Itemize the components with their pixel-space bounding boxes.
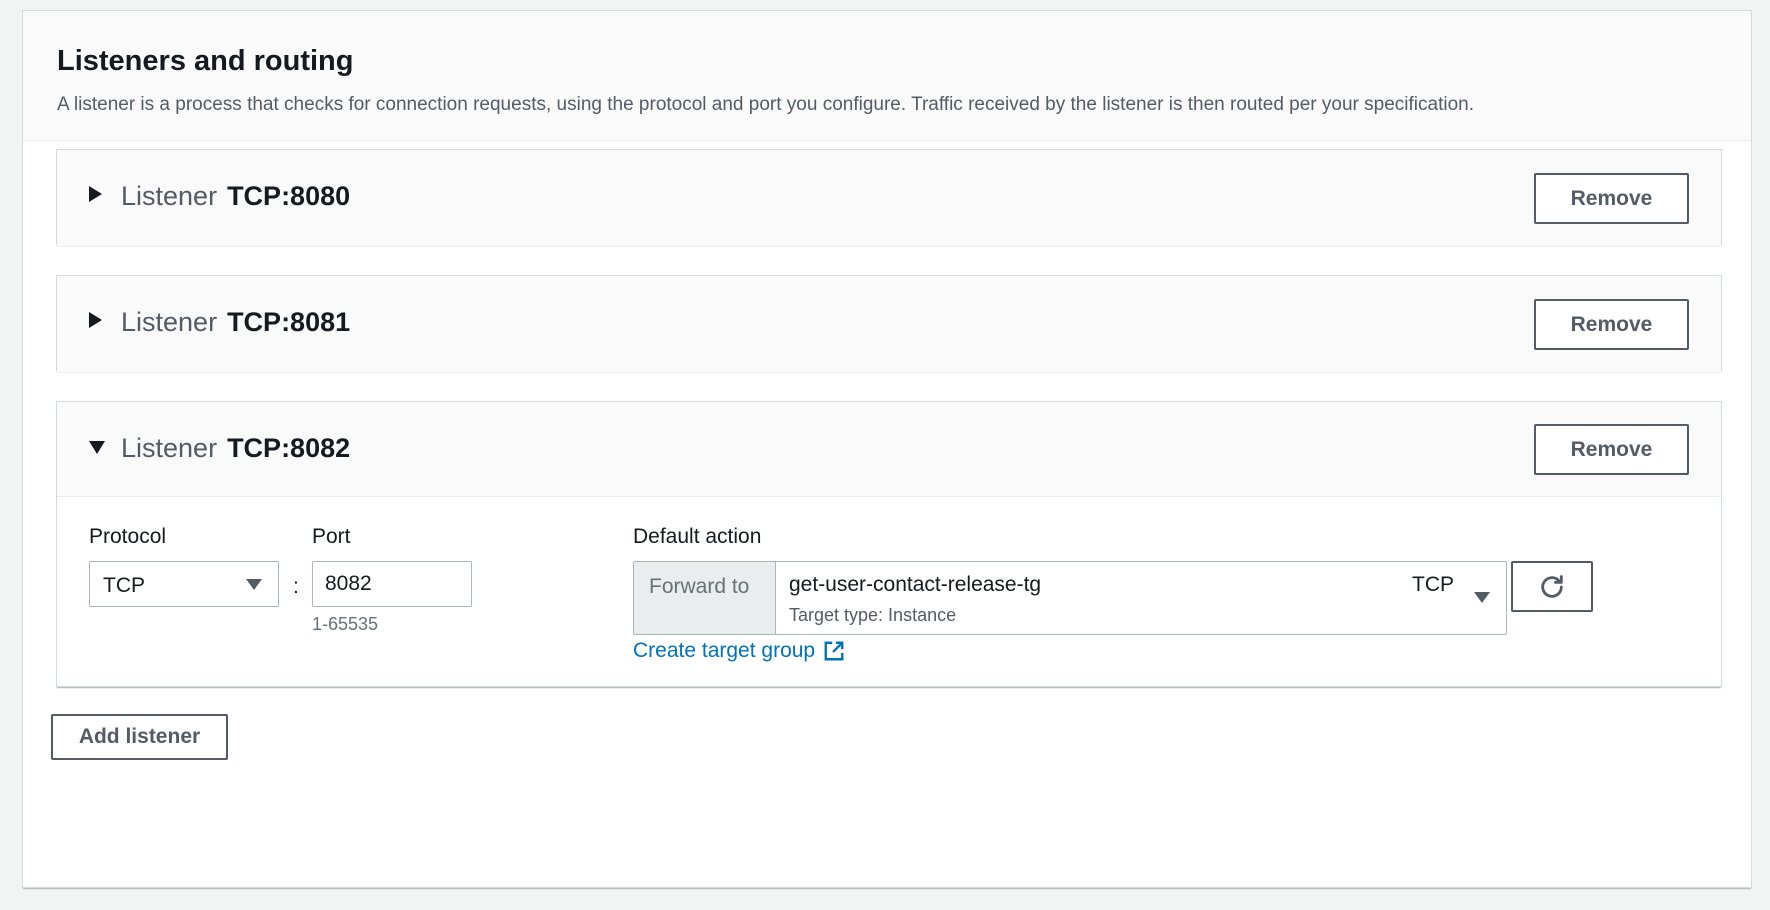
listener-header[interactable]: Listener TCP:8081 Remove	[57, 276, 1721, 372]
listener-value: TCP:8082	[227, 433, 351, 463]
listener-header[interactable]: Listener TCP:8082 Remove	[57, 402, 1721, 497]
listener-value: TCP:8081	[227, 307, 351, 337]
target-group-type: Target type: Instance	[789, 605, 957, 625]
listener-tcp-8080: Listener TCP:8080 Remove	[56, 149, 1722, 246]
listener-body: Protocol TCP : Port 1-65535 Default acti…	[57, 497, 1721, 687]
external-link-icon	[824, 641, 844, 661]
create-target-group-label: Create target group	[633, 639, 816, 662]
create-target-group-link[interactable]: Create target group	[633, 639, 845, 663]
remove-button[interactable]: Remove	[1534, 424, 1689, 475]
listener-tcp-8081: Listener TCP:8081 Remove	[56, 275, 1722, 372]
listeners-panel: Listeners and routing A listener is a pr…	[22, 10, 1752, 888]
listener-title: Listener TCP:8080	[121, 181, 350, 212]
default-action-group: Forward to get-user-contact-release-tg T…	[633, 561, 1507, 635]
refresh-icon	[1541, 574, 1563, 598]
triangle-down-icon	[246, 579, 262, 590]
panel-header: Listeners and routing A listener is a pr…	[23, 11, 1751, 141]
protocol-select[interactable]: TCP	[89, 561, 279, 607]
listener-keyword: Listener	[121, 433, 218, 463]
add-listener-button[interactable]: Add listener	[51, 714, 228, 760]
refresh-button[interactable]	[1511, 561, 1593, 612]
port-hint: 1-65535	[312, 614, 379, 634]
default-action-label: Default action	[633, 525, 762, 548]
panel-description: A listener is a process that checks for …	[57, 94, 1474, 115]
caret-right-icon[interactable]	[89, 312, 102, 328]
listener-header[interactable]: Listener TCP:8080 Remove	[57, 150, 1721, 246]
remove-button[interactable]: Remove	[1534, 173, 1689, 224]
listener-title: Listener TCP:8082	[121, 433, 350, 464]
remove-button[interactable]: Remove	[1534, 299, 1689, 350]
caret-right-icon[interactable]	[89, 186, 102, 202]
caret-down-icon[interactable]	[89, 441, 105, 454]
target-group-protocol: TCP	[1412, 573, 1454, 596]
listener-tcp-8082: Listener TCP:8082 Remove Protocol TCP : P…	[56, 401, 1722, 687]
triangle-down-icon	[1474, 592, 1490, 603]
listener-keyword: Listener	[121, 307, 218, 337]
target-group-select[interactable]: get-user-contact-release-tg Target type:…	[776, 562, 1506, 634]
panel-title: Listeners and routing	[57, 45, 354, 77]
target-group-name: get-user-contact-release-tg	[789, 573, 1042, 596]
port-label: Port	[312, 525, 351, 548]
listener-value: TCP:8080	[227, 181, 351, 211]
listener-title: Listener TCP:8081	[121, 307, 350, 338]
separator-colon: :	[293, 575, 299, 598]
listener-keyword: Listener	[121, 181, 218, 211]
protocol-value: TCP	[103, 574, 145, 597]
port-input[interactable]	[312, 561, 472, 607]
protocol-label: Protocol	[89, 525, 167, 548]
forward-to-label: Forward to	[634, 562, 776, 634]
